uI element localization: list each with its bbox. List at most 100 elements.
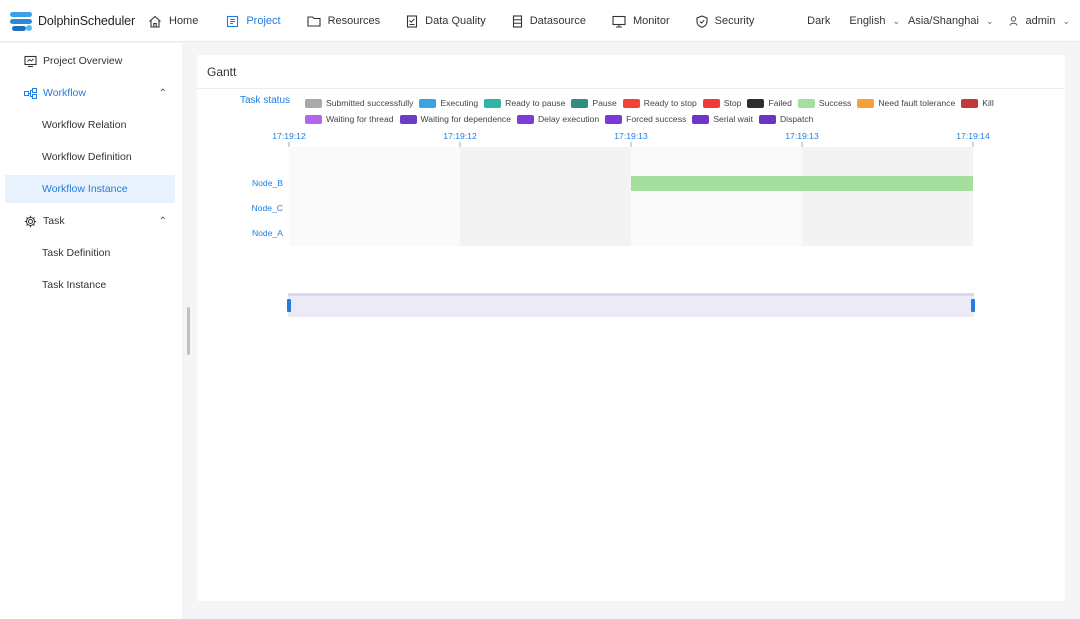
sidebar-resize-handle[interactable] — [187, 307, 190, 355]
legend-row: Submitted successfully Executing Ready to … — [305, 95, 1005, 111]
gantt-bar-node-b — [631, 176, 973, 191]
legend-item[interactable]: Success — [797, 98, 852, 108]
nav-datasource[interactable]: Datasource — [512, 14, 586, 28]
legend-item[interactable]: Submitted successfully — [305, 98, 413, 108]
x-tick-label: 17:19:12 — [272, 131, 306, 141]
sidebar-item-task-definition[interactable]: Task Definition — [5, 239, 175, 267]
project-overview-icon — [23, 55, 37, 68]
timezone-select[interactable]: Asia/Shanghai ⌄ — [908, 15, 994, 27]
app-logo[interactable]: DolphinScheduler — [8, 9, 135, 33]
nav-data-quality-label: Data Quality — [425, 15, 486, 27]
legend-swatch — [419, 98, 437, 108]
gantt-chart[interactable]: 17:19:12 17:19:12 17:19:13 17:19:13 17:19:14… — [197, 125, 1065, 325]
legend-item[interactable]: Delay execution — [516, 114, 599, 124]
legend-label: Submitted successfully — [326, 98, 414, 108]
sidebar-item-task[interactable]: Task ⌃ — [5, 207, 175, 235]
language-select[interactable]: English ⌄ — [849, 15, 900, 27]
chevron-down-icon: ⌄ — [892, 15, 900, 26]
language-label: English — [849, 15, 886, 27]
theme-toggle[interactable]: Dark — [807, 15, 830, 27]
task-label: Node_B — [252, 178, 283, 188]
legend-item[interactable]: Ready to pause — [484, 98, 565, 108]
legend-item[interactable]: Waiting for thread — [305, 114, 394, 124]
chevron-up-icon: ⌃ — [158, 87, 167, 99]
sidebar-item-workflow-instance[interactable]: Workflow Instance — [5, 175, 175, 203]
legend-label: Failed — [768, 98, 792, 108]
legend-label: Serial wait — [713, 114, 753, 124]
data-quality-icon — [406, 14, 418, 28]
legend-label: Ready to stop — [643, 98, 697, 108]
nav-security[interactable]: Security — [696, 14, 754, 28]
sidebar-item-label: Workflow Instance — [42, 183, 128, 195]
sidebar-item-label: Task Definition — [42, 247, 111, 259]
workflow-icon — [23, 87, 37, 99]
user-menu[interactable]: admin ⌄ — [1009, 15, 1070, 27]
legend-swatch — [516, 114, 534, 124]
x-tick-label: 17:19:13 — [785, 131, 819, 141]
shield-icon — [696, 14, 708, 28]
chevron-down-icon: ⌄ — [1062, 15, 1070, 26]
card-divider — [197, 88, 1065, 89]
sidebar-item-project-overview[interactable]: Project Overview — [5, 47, 175, 75]
legend-item[interactable]: Dispatch — [758, 114, 814, 124]
legend-item[interactable]: Ready to stop — [622, 98, 697, 108]
legend-item[interactable]: Need fault tolerance — [857, 98, 955, 108]
chevron-up-icon: ⌃ — [158, 215, 167, 227]
legend-label: Kill — [982, 98, 994, 108]
legend-label: Pause — [592, 98, 617, 108]
project-icon — [226, 15, 239, 28]
legend-label: Success — [818, 98, 852, 108]
legend-swatch — [857, 98, 875, 108]
gantt-band — [460, 147, 631, 246]
x-tick-label: 17:19:14 — [956, 131, 990, 141]
legend-swatch — [305, 114, 322, 124]
nav-home[interactable]: Home — [148, 15, 198, 28]
header-right: Dark English ⌄ Asia/Shanghai ⌄ admin ⌄ — [807, 0, 1080, 42]
sidebar-item-label: Task Instance — [42, 279, 107, 291]
legend-swatch — [758, 114, 776, 124]
gantt-band — [802, 147, 973, 246]
nav-data-quality[interactable]: Data Quality — [406, 14, 486, 28]
nav-home-label: Home — [169, 15, 199, 27]
legend-item[interactable]: Pause — [571, 98, 617, 108]
legend-swatch — [571, 98, 589, 108]
sidebar-item-label: Workflow — [43, 87, 86, 99]
legend-swatch — [797, 98, 815, 108]
sidebar-item-workflow-relation[interactable]: Workflow Relation — [5, 111, 175, 139]
legend-swatch — [961, 98, 979, 108]
app-name: DolphinScheduler — [38, 14, 136, 28]
gantt-band — [631, 147, 802, 246]
gear-icon — [23, 215, 37, 228]
legend-label: Dispatch — [779, 114, 814, 124]
folder-icon — [307, 15, 321, 27]
legend-swatch — [305, 98, 322, 108]
nav-datasource-label: Datasource — [529, 15, 586, 27]
sidebar-item-task-instance[interactable]: Task Instance — [5, 271, 175, 299]
gantt-band — [289, 147, 460, 246]
sidebar-item-workflow-definition[interactable]: Workflow Definition — [5, 143, 175, 171]
sidebar-item-label: Project Overview — [43, 55, 123, 67]
x-tick-label: 17:19:13 — [614, 131, 648, 141]
nav-monitor[interactable]: Monitor — [612, 15, 670, 28]
legend-item[interactable]: Waiting for dependence — [399, 114, 511, 124]
nav-project[interactable]: Project — [226, 15, 281, 28]
task-status-legend: Submitted successfully Executing Ready to … — [305, 95, 1005, 127]
gantt-card: Gantt Task status Submitted successfully… — [197, 55, 1065, 601]
sidebar-item-workflow[interactable]: Workflow ⌃ — [5, 79, 175, 107]
nav-resources[interactable]: Resources — [307, 15, 380, 27]
legend-item[interactable]: Forced success — [605, 114, 686, 124]
legend-item[interactable]: Executing — [419, 98, 478, 108]
legend-item[interactable]: Kill — [961, 98, 994, 108]
datasource-icon — [512, 14, 523, 28]
zoom-slider-track — [288, 293, 974, 317]
legend-item[interactable]: Failed — [747, 98, 792, 108]
zoom-slider-top — [288, 293, 974, 296]
task-label: Node_C — [251, 203, 283, 213]
sidebar: Project Overview Workflow ⌃ Workflow Rel… — [0, 43, 182, 619]
legend-item[interactable]: Serial wait — [692, 114, 753, 124]
task-status-label: Task status — [240, 95, 291, 106]
legend-label: Stop — [723, 98, 742, 108]
legend-swatch — [622, 98, 640, 108]
zoom-handle-right — [971, 299, 975, 312]
legend-item[interactable]: Stop — [702, 98, 742, 108]
